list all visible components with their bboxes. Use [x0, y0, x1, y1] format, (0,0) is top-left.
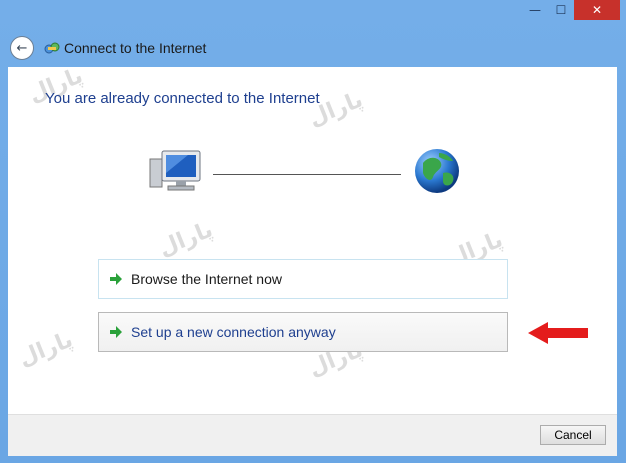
green-arrow-icon — [110, 326, 122, 338]
status-headline: You are already connected to the Interne… — [45, 90, 320, 107]
back-button[interactable]: ← — [10, 36, 34, 60]
network-connection-icon — [44, 42, 60, 54]
computer-icon — [149, 150, 201, 191]
header-bar: ← Connect to the Internet — [8, 30, 618, 66]
setup-new-connection-label: Set up a new connection anyway — [131, 324, 336, 340]
maximize-button[interactable]: ☐ — [548, 0, 574, 20]
watermark: پارال — [155, 217, 217, 262]
browse-internet-label: Browse the Internet now — [131, 271, 282, 287]
content-area: پارال پارال پارال پارال پارال پارال You … — [8, 63, 617, 414]
footer-bar: Cancel — [8, 414, 617, 456]
watermark: پارال — [15, 327, 77, 372]
close-button[interactable]: ✕ — [574, 0, 620, 20]
back-arrow-icon: ← — [16, 40, 28, 56]
red-pointer-arrow-icon — [528, 322, 588, 344]
connection-line — [213, 174, 401, 175]
window-frame: — ☐ ✕ ← Connect to the Internet پارال پا… — [0, 0, 626, 463]
minimize-button[interactable]: — — [522, 0, 548, 20]
globe-icon — [415, 149, 459, 193]
cancel-button[interactable]: Cancel — [540, 425, 606, 445]
caption-buttons: — ☐ ✕ — [522, 0, 620, 20]
setup-new-connection-option[interactable]: Set up a new connection anyway — [98, 312, 508, 352]
browse-internet-option[interactable]: Browse the Internet now — [98, 259, 508, 299]
green-arrow-icon — [110, 273, 122, 285]
window-title: Connect to the Internet — [64, 40, 207, 56]
